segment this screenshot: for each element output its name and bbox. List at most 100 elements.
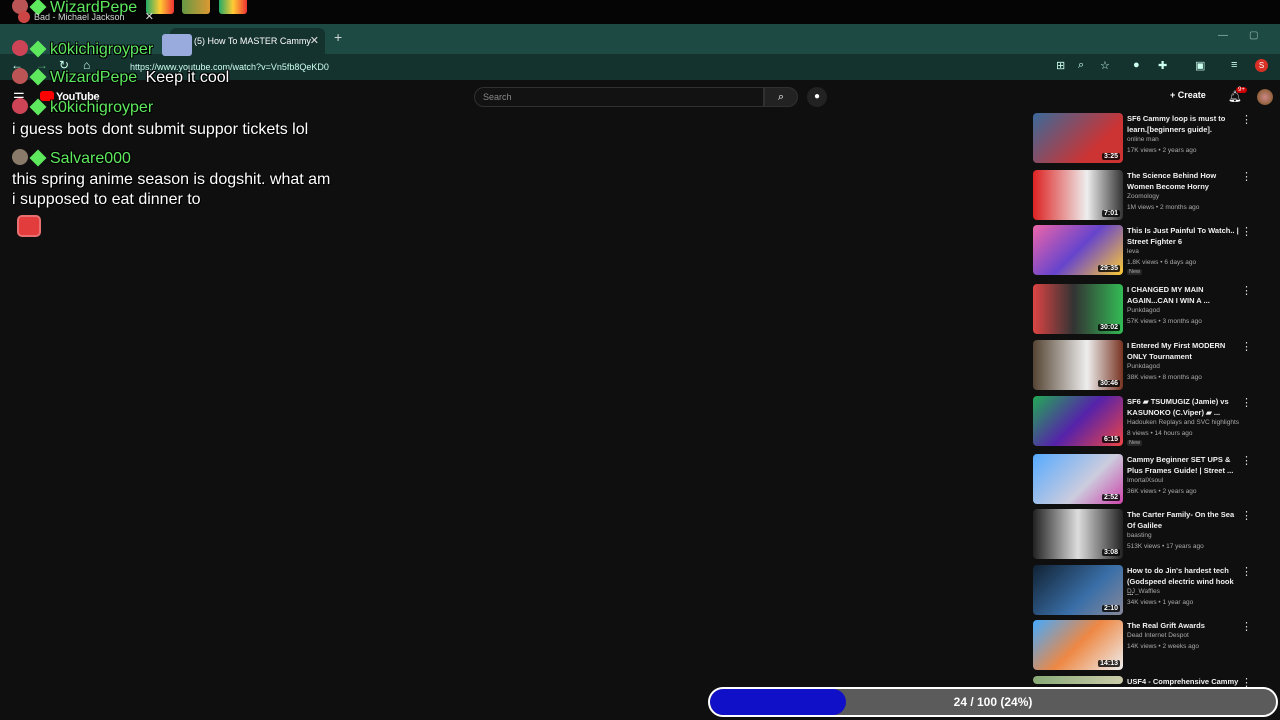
video-channel[interactable]: ImortalXsoul (1127, 477, 1163, 484)
search-icon[interactable]: ⌕ (764, 87, 798, 107)
video-channel[interactable]: DJ_Waffles (1127, 588, 1160, 595)
video-thumbnail[interactable]: 30:02 (1033, 284, 1123, 334)
puzzle-icon[interactable]: ✚ (1158, 59, 1167, 72)
video-thumbnail[interactable]: 14:13 (1033, 620, 1123, 670)
microphone-icon[interactable]: ● (807, 87, 827, 107)
video-meta: 17K views • 2 years ago (1127, 147, 1197, 154)
new-badge: New (1127, 269, 1143, 275)
video-duration: 14:13 (1098, 660, 1120, 667)
video-duration: 29:35 (1098, 265, 1120, 272)
progress-bar: 24 / 100 (24%) (708, 687, 1278, 717)
video-meta: 1.8K views • 6 days ago (1127, 259, 1197, 266)
chat-badge-icon (29, 68, 47, 86)
video-meta: 34K views • 1 year ago (1127, 599, 1194, 606)
video-thumbnail[interactable]: 2:10 (1033, 565, 1123, 615)
video-channel[interactable]: leva (1127, 248, 1139, 255)
more-options-icon[interactable]: ⋮ (1241, 565, 1252, 578)
video-thumbnail[interactable]: 6:15 (1033, 396, 1123, 446)
more-options-icon[interactable]: ⋮ (1241, 454, 1252, 467)
video-title[interactable]: The Carter Family- On the Sea Of Galilee (1127, 509, 1239, 531)
video-duration: 7:01 (1101, 210, 1120, 217)
profile-avatar[interactable]: S (1255, 59, 1268, 72)
chat-message: Keep it cool (145, 69, 230, 86)
more-options-icon[interactable]: ⋮ (1241, 620, 1252, 633)
chat-message: i guess bots dont submit suppor tickets … (12, 121, 309, 138)
more-options-icon[interactable]: ⋮ (1241, 170, 1252, 183)
tab-search-icon[interactable]: ≡ (1231, 59, 1237, 71)
minimize-icon[interactable]: — (1218, 30, 1228, 41)
video-duration: 2:10 (1101, 605, 1120, 612)
new-badge: New (1127, 440, 1143, 446)
video-thumbnail[interactable] (1033, 676, 1123, 684)
more-options-icon[interactable]: ⋮ (1241, 340, 1252, 353)
notification-badge: 9+ (1236, 87, 1247, 93)
video-channel[interactable]: Dead Internet Despot (1127, 632, 1189, 639)
video-thumbnail[interactable]: 29:35 (1033, 225, 1123, 275)
video-thumbnail[interactable]: 3:25 (1033, 113, 1123, 163)
more-options-icon[interactable]: ⋮ (1241, 284, 1252, 297)
video-meta: 36K views • 2 years ago (1127, 488, 1197, 495)
chat-message: this spring anime season is dogshit. wha… (12, 171, 331, 208)
video-channel[interactable]: online man (1127, 136, 1159, 143)
video-meta: 8 views • 14 hours ago (1127, 430, 1193, 437)
video-title[interactable]: USF4 - Comprehensive Cammy (1127, 676, 1239, 687)
video-duration: 3:25 (1101, 153, 1120, 160)
search-input[interactable]: Search (474, 87, 764, 107)
more-options-icon[interactable]: ⋮ (1241, 396, 1252, 409)
maximize-icon[interactable]: ▢ (1249, 30, 1258, 41)
chat-avatar (12, 68, 28, 84)
zoom-icon[interactable]: ⌕ (1078, 59, 1084, 72)
video-channel[interactable]: Punkdagod (1127, 307, 1160, 314)
video-duration: 30:02 (1098, 324, 1120, 331)
chat-badge-icon (29, 40, 47, 58)
chat-username: k0kichigroyper (12, 98, 153, 117)
angry-emote-icon (17, 215, 41, 237)
video-title[interactable]: The Real Grift Awards (1127, 620, 1239, 631)
install-icon[interactable]: ⊞ (1056, 59, 1065, 72)
chat-badge-icon (29, 98, 47, 116)
video-title[interactable]: SF6 Cammy loop is must to learn.[beginne… (1127, 113, 1239, 135)
video-title[interactable]: Cammy Beginner SET UPS & Plus Frames Gui… (1127, 454, 1239, 476)
video-title[interactable]: I Entered My First MODERN ONLY Tournamen… (1127, 340, 1239, 362)
chat-username: Salvare000 (12, 149, 131, 168)
video-title[interactable]: I CHANGED MY MAIN AGAIN...CAN I WIN A ..… (1127, 284, 1239, 306)
video-duration: 30:46 (1098, 380, 1120, 387)
sub-badge-icon (218, 0, 247, 14)
video-thumbnail[interactable]: 2:52 (1033, 454, 1123, 504)
close-icon[interactable]: ✕ (145, 4, 154, 30)
video-title[interactable]: The Science Behind How Women Become Horn… (1127, 170, 1239, 192)
chat-username: k0kichigroyper (12, 34, 192, 59)
more-options-icon[interactable]: ⋮ (1241, 113, 1252, 126)
video-channel[interactable]: baasting (1127, 532, 1152, 539)
video-meta: 14K views • 2 weeks ago (1127, 643, 1200, 650)
video-duration: 3:08 (1101, 549, 1120, 556)
sub-badge-icon (182, 0, 211, 14)
sidebar-icon[interactable]: ▣ (1195, 59, 1205, 72)
bookmark-star-icon[interactable]: ☆ (1100, 59, 1110, 72)
video-meta: 57K views • 3 months ago (1127, 318, 1202, 325)
video-duration: 2:52 (1101, 494, 1120, 501)
avatar[interactable] (1257, 89, 1273, 105)
video-duration: 6:15 (1101, 436, 1120, 443)
chat-username: WizardPepe Keep it cool (12, 68, 229, 87)
tab-youtube-active[interactable]: (5) How To MASTER Cammy ✕ (170, 28, 325, 54)
tab-bad[interactable]: Bad - Michael Jackson ✕ (10, 4, 160, 30)
close-icon[interactable]: ✕ (310, 28, 319, 54)
create-button[interactable]: + Create (1170, 90, 1206, 100)
more-options-icon[interactable]: ⋮ (1241, 225, 1252, 238)
url-field[interactable]: https://www.youtube.com/watch?v=Vn5fb8Qe… (110, 58, 1040, 76)
chat-emote-icon (161, 34, 192, 56)
video-channel[interactable]: Hadouken Replays and SVC highlights (1127, 419, 1239, 426)
new-tab-button[interactable]: + (334, 29, 342, 45)
extension-icon[interactable]: ● (1133, 59, 1140, 71)
video-thumbnail[interactable]: 30:46 (1033, 340, 1123, 390)
video-title[interactable]: This Is Just Painful To Watch.. | Street… (1127, 225, 1239, 247)
video-channel[interactable]: Punkdagod (1127, 363, 1160, 370)
more-options-icon[interactable]: ⋮ (1241, 509, 1252, 522)
progress-label: 24 / 100 (24%) (953, 695, 1033, 709)
tab-favicon-icon (18, 11, 30, 23)
video-thumbnail[interactable]: 3:08 (1033, 509, 1123, 559)
video-title[interactable]: SF6 ▰ TSUMUGIZ (Jamie) vs KASUNOKO (C.Vi… (1127, 396, 1239, 418)
video-channel[interactable]: Zoomology (1127, 193, 1159, 200)
video-thumbnail[interactable]: 7:01 (1033, 170, 1123, 220)
